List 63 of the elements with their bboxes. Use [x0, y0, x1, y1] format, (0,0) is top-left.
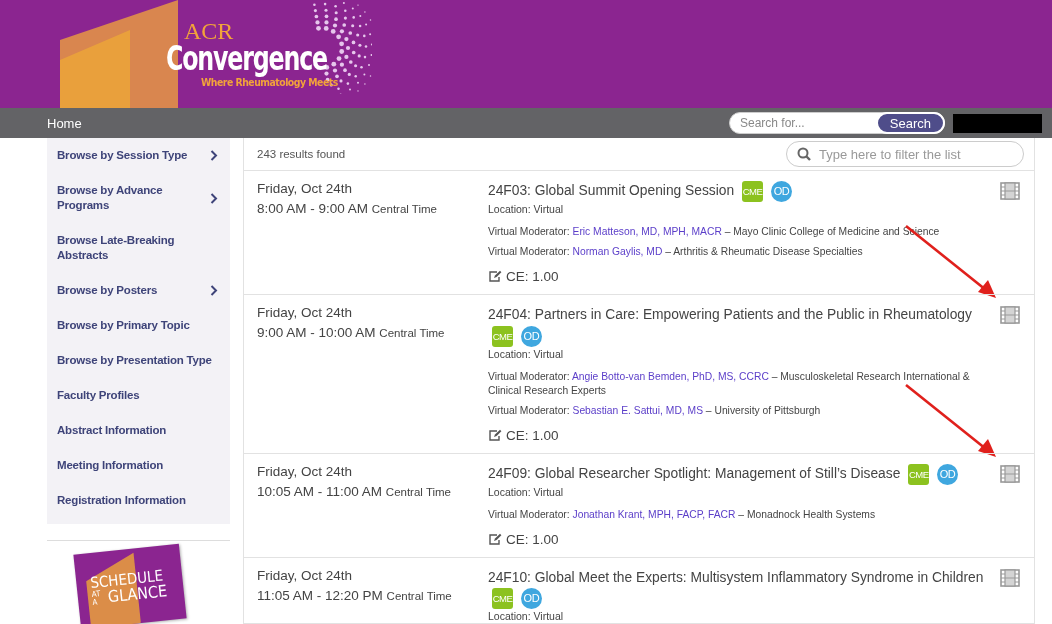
- film-icon[interactable]: [1000, 464, 1020, 483]
- session-title[interactable]: 24F03: Global Summit Opening Session: [488, 183, 735, 198]
- session-title[interactable]: 24F09: Global Researcher Spotlight: Management of Still’s Disease: [488, 465, 901, 481]
- edit-icon: [488, 270, 502, 284]
- sidebar-item[interactable]: Registration Information: [47, 483, 230, 518]
- od-badge: OD: [937, 463, 959, 485]
- sidebar-item[interactable]: Browse by Advance Programs: [47, 173, 230, 223]
- session-date: Friday, Oct 24th: [257, 303, 354, 321]
- cme-badge: CME: [492, 588, 513, 610]
- od-badge: OD: [770, 180, 792, 202]
- logo-tagline: Where Rheumatology Meets: [201, 76, 338, 89]
- session-title[interactable]: 24F10: Global Meet the Experts: Multisystem Inflammatory Syndrome in Children: [488, 569, 984, 585]
- cme-badge: CME: [742, 180, 764, 202]
- film-icon[interactable]: [1000, 305, 1020, 324]
- session-time: 10:05 AM - 11:00 AM Central Time: [257, 482, 452, 501]
- session-time: 9:00 AM - 10:00 AM Central Time: [257, 323, 446, 342]
- filter-input[interactable]: Type here to filter the list: [817, 145, 1023, 163]
- sidebar-item[interactable]: Browse by Presentation Type: [47, 343, 230, 378]
- ce-credits: CE: 1.00: [506, 268, 559, 285]
- film-icon[interactable]: [1000, 182, 1020, 200]
- session-date: Friday, Oct 24th: [257, 180, 354, 197]
- search-input[interactable]: Search for...: [730, 115, 876, 131]
- logo-title: Convergence: [166, 42, 327, 76]
- search-field[interactable]: Search for... Search: [729, 112, 945, 134]
- sidebar-item[interactable]: Abstract Information: [47, 413, 230, 448]
- cme-badge: CME: [492, 325, 513, 347]
- moderator-text: Virtual Moderator: Sebastian E. Sattui, MD, MS – University of Pittsburgh: [488, 403, 822, 418]
- session-date: Friday, Oct 24th: [257, 462, 354, 480]
- moderator-link[interactable]: Norman Gaylis, MD: [572, 245, 663, 257]
- moderator-text: Virtual Moderator: Angie Botto-van Bemden, PhD, MS, CCRC – Musculoskeletal Research International & Clinical Research Experts: [488, 369, 971, 398]
- sidebar-item[interactable]: Meeting Information: [47, 448, 230, 483]
- session-time: 8:00 AM - 9:00 AM Central Time: [257, 200, 438, 218]
- session-location: Location: Virtual: [488, 202, 565, 216]
- od-badge: OD: [520, 325, 542, 347]
- moderator-link[interactable]: Angie Botto-van Bemden, PhD, MS, CCRC: [571, 370, 769, 382]
- cme-badge: CME: [908, 463, 930, 485]
- ce-credits: CE: 1.00: [506, 531, 559, 548]
- sidebar-item[interactable]: Browse by Posters: [47, 273, 230, 308]
- sidebar-item[interactable]: Faculty Profiles: [47, 378, 230, 413]
- results-count: 243 results found: [257, 148, 346, 160]
- edit-icon: [488, 533, 502, 547]
- ce-credits: CE: 1.00: [506, 427, 559, 444]
- logo-acr-text: ACR: [184, 20, 234, 42]
- session-title[interactable]: 24F04: Partners in Care: Empowering Patients and the Public in Rheumatology: [488, 306, 972, 322]
- session-location: Location: Virtual: [488, 485, 565, 499]
- moderator-link[interactable]: Eric Matteson, MD, MPH, MACR: [572, 225, 722, 237]
- edit-icon: [488, 429, 502, 443]
- session-date: Friday, Oct 24th: [257, 566, 354, 584]
- sidebar-item[interactable]: Browse by Session Type: [47, 138, 230, 173]
- moderator-text: Virtual Moderator: Jonathan Krant, MPH, FACP, FACR – Monadnock Health Systems: [488, 507, 877, 522]
- session-time: 11:05 AM - 12:20 PM Central Time: [257, 586, 453, 605]
- session-location: Location: Virtual: [488, 610, 565, 624]
- search-icon: [797, 147, 811, 161]
- sidebar-item[interactable]: Browse Late-Breaking Abstracts: [47, 223, 230, 273]
- od-badge: OD: [520, 588, 542, 610]
- session-location: Location: Virtual: [488, 347, 565, 361]
- film-icon[interactable]: [1000, 568, 1020, 587]
- moderator-text: Virtual Moderator: Norman Gaylis, MD – Arthritis & Rheumatic Disease Specialties: [488, 244, 864, 259]
- moderator-link[interactable]: Sebastian E. Sattui, MD, MS: [572, 404, 703, 416]
- search-button[interactable]: Search: [875, 112, 945, 134]
- nav-link[interactable]: Home: [47, 115, 82, 131]
- sidebar-item[interactable]: Browse by Primary Topic: [47, 308, 230, 343]
- moderator-link[interactable]: Jonathan Krant, MPH, FACP, FACR: [572, 508, 736, 520]
